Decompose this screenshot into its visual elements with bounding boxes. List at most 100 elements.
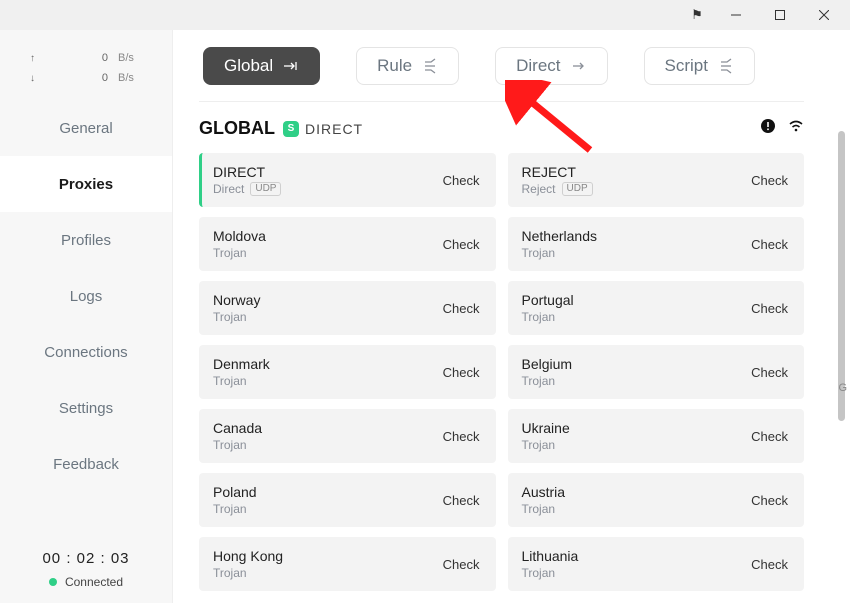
upload-value: 0	[46, 52, 118, 64]
proxy-subtype: Trojan	[213, 438, 262, 452]
close-button[interactable]	[802, 0, 846, 30]
group-selected-proxy: DIRECT	[305, 121, 363, 137]
proxy-name: DIRECT	[213, 164, 281, 182]
proxy-subtype: Trojan	[213, 566, 283, 580]
global-mode-icon	[283, 58, 299, 74]
mode-bar: Global Rule Direct	[199, 30, 804, 102]
mode-global[interactable]: Global	[203, 47, 320, 85]
proxy-subtype: Trojan	[522, 438, 570, 452]
proxy-subtype: Trojan	[522, 566, 579, 580]
mode-rule[interactable]: Rule	[356, 47, 459, 85]
proxy-name: Moldova	[213, 228, 266, 246]
proxy-name: Norway	[213, 292, 260, 310]
check-button[interactable]: Check	[751, 557, 788, 572]
upload-unit: B/s	[118, 52, 142, 64]
check-button[interactable]: Check	[751, 301, 788, 316]
check-button[interactable]: Check	[751, 173, 788, 188]
proxy-subtype: RejectUDP	[522, 182, 593, 196]
proxy-subtype: Trojan	[522, 310, 574, 324]
check-button[interactable]: Check	[443, 429, 480, 444]
download-unit: B/s	[118, 72, 142, 84]
check-button[interactable]: Check	[443, 493, 480, 508]
net-stats: ↑ 0 B/s ↓ 0 B/s	[0, 30, 172, 100]
mode-rule-label: Rule	[377, 56, 412, 76]
status-panel: 00 : 02 : 03 Connected	[0, 534, 172, 603]
nav-proxies[interactable]: Proxies	[0, 156, 172, 212]
wifi-icon[interactable]	[788, 118, 804, 139]
sidebar: ↑ 0 B/s ↓ 0 B/s General Proxies Profiles…	[0, 30, 173, 603]
proxy-card[interactable]: DenmarkTrojan Check	[199, 345, 496, 399]
proxy-subtype: Trojan	[522, 374, 573, 388]
mode-script[interactable]: Script	[644, 47, 755, 85]
proxy-grid: DIRECTDirectUDP Check REJECTRejectUDP Check…	[199, 153, 804, 591]
proxy-card[interactable]: MoldovaTrojanCheck	[199, 217, 496, 271]
proxy-name: Ukraine	[522, 420, 570, 438]
minimize-button[interactable]	[714, 0, 758, 30]
close-icon	[819, 10, 829, 20]
check-button[interactable]: Check	[751, 493, 788, 508]
proxy-name: REJECT	[522, 164, 593, 182]
proxy-card[interactable]: DIRECTDirectUDP Check	[199, 153, 496, 207]
scrollbar-thumb[interactable]	[838, 131, 845, 421]
check-button[interactable]: Check	[443, 301, 480, 316]
nav-settings[interactable]: Settings	[0, 380, 172, 436]
scroll-index-letter: G	[838, 382, 847, 394]
status-dot-icon	[49, 578, 57, 586]
nav-profiles[interactable]: Profiles	[0, 212, 172, 268]
proxy-subtype: Trojan	[213, 502, 257, 516]
proxy-name: Denmark	[213, 356, 270, 374]
proxy-card[interactable]: LithuaniaTrojan Check	[508, 537, 805, 591]
proxy-card[interactable]: AustriaTrojan Check	[508, 473, 805, 527]
proxy-card[interactable]: NorwayTrojan Check	[199, 281, 496, 335]
proxy-name: Portugal	[522, 292, 574, 310]
proxy-name: Lithuania	[522, 548, 579, 566]
check-button[interactable]: Check	[751, 237, 788, 252]
check-button[interactable]: Check	[751, 365, 788, 380]
scrollbar-track[interactable]	[830, 30, 850, 603]
check-button[interactable]: Check	[443, 557, 480, 572]
proxy-card[interactable]: REJECTRejectUDP Check	[508, 153, 805, 207]
check-button[interactable]: Check	[751, 429, 788, 444]
mode-direct[interactable]: Direct	[495, 47, 607, 85]
proxy-subtype: DirectUDP	[213, 182, 281, 196]
group-header: GLOBAL S DIRECT	[199, 102, 804, 153]
alert-icon[interactable]	[760, 118, 776, 139]
proxy-name: Canada	[213, 420, 262, 438]
proxy-subtype: Trojan	[213, 374, 270, 388]
check-button[interactable]: Check	[443, 173, 480, 188]
download-arrow-icon: ↓	[30, 73, 46, 84]
proxy-subtype: Trojan	[522, 502, 566, 516]
download-value: 0	[46, 72, 118, 84]
proxy-name: Hong Kong	[213, 548, 283, 566]
nav-connections[interactable]: Connections	[0, 324, 172, 380]
check-button[interactable]: Check	[443, 237, 480, 252]
proxy-card[interactable]: NetherlandsTrojanCheck	[508, 217, 805, 271]
nav-general[interactable]: General	[0, 100, 172, 156]
maximize-button[interactable]	[758, 0, 802, 30]
titlebar: ⚑	[0, 0, 850, 30]
nav-feedback[interactable]: Feedback	[0, 436, 172, 492]
rule-mode-icon	[422, 58, 438, 74]
proxy-card[interactable]: BelgiumTrojanCheck	[508, 345, 805, 399]
nav-logs[interactable]: Logs	[0, 268, 172, 324]
proxy-card[interactable]: Hong KongTrojan Check	[199, 537, 496, 591]
script-mode-icon	[718, 58, 734, 74]
mode-direct-label: Direct	[516, 56, 560, 76]
maximize-icon	[775, 10, 785, 20]
proxy-card[interactable]: PolandTrojan Check	[199, 473, 496, 527]
check-button[interactable]: Check	[443, 365, 480, 380]
proxy-card[interactable]: PortugalTrojan Check	[508, 281, 805, 335]
pin-button[interactable]: ⚑	[680, 0, 714, 30]
connection-status: Connected	[65, 575, 123, 589]
group-title: GLOBAL	[199, 118, 275, 139]
proxy-subtype: Trojan	[213, 310, 260, 324]
proxy-card[interactable]: CanadaTrojan Check	[199, 409, 496, 463]
mode-script-label: Script	[665, 56, 708, 76]
mode-global-label: Global	[224, 56, 273, 76]
proxy-card[interactable]: UkraineTrojan Check	[508, 409, 805, 463]
udp-badge: UDP	[562, 182, 593, 196]
upload-arrow-icon: ↑	[30, 53, 46, 64]
group-badge: S	[283, 121, 299, 137]
proxy-name: Austria	[522, 484, 566, 502]
proxy-name: Poland	[213, 484, 257, 502]
